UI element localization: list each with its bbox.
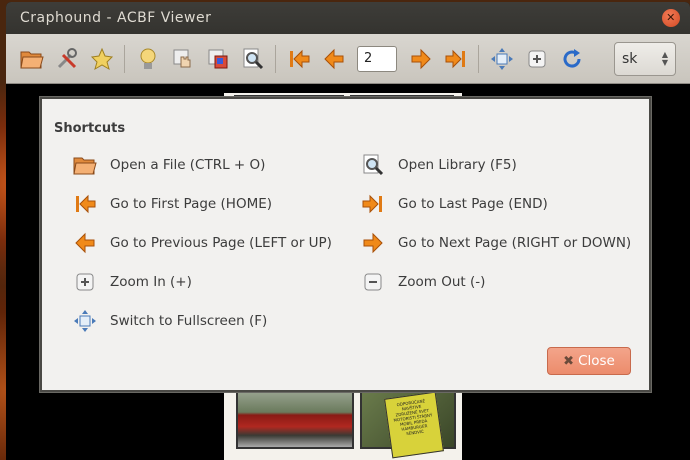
shortcut-open-file: Open a File (CTRL + O) xyxy=(72,152,265,178)
refresh-icon xyxy=(563,48,581,68)
lightbulb-icon xyxy=(140,48,155,69)
close-button[interactable]: ✖ Close xyxy=(547,347,631,375)
shortcut-fullscreen: Switch to Fullscreen (F) xyxy=(72,308,267,334)
dialog-title: Shortcuts xyxy=(54,121,126,136)
color-button[interactable] xyxy=(203,44,233,74)
toolbar-separator xyxy=(478,44,479,73)
shortcut-label: Go to Previous Page (LEFT or UP) xyxy=(110,235,332,251)
close-icon: ✖ xyxy=(563,353,575,369)
info-button[interactable] xyxy=(133,44,163,74)
page-number-input[interactable] xyxy=(357,45,397,72)
comic-panel-car xyxy=(236,387,354,449)
shortcut-zoom-out: Zoom Out (-) xyxy=(360,269,485,295)
toolbar-separator xyxy=(124,44,125,73)
title-bar: Craphound - ACBF Viewer ✕ xyxy=(6,2,690,34)
color-icon xyxy=(208,49,227,68)
spinner-arrows-icon: ▲ ▼ xyxy=(661,50,668,67)
library-icon xyxy=(360,152,386,178)
language-select[interactable]: sk ▲ ▼ xyxy=(614,42,676,76)
open-file-button[interactable] xyxy=(17,44,47,74)
shortcut-label: Open Library (F5) xyxy=(398,157,517,173)
last-page-icon xyxy=(445,49,465,68)
fullscreen-button[interactable] xyxy=(487,44,517,74)
toolbar-separator xyxy=(275,44,276,73)
first-page-button[interactable] xyxy=(284,44,314,74)
previous-page-icon xyxy=(323,48,343,69)
refresh-button[interactable] xyxy=(557,44,587,74)
last-page-button[interactable] xyxy=(441,44,471,74)
zoom-in-icon xyxy=(72,269,98,295)
next-page-button[interactable] xyxy=(406,44,436,74)
zoom-in-button[interactable] xyxy=(522,44,552,74)
shortcuts-dialog: Shortcuts Open a File (CTRL + O) Go to F… xyxy=(40,97,651,392)
previous-page-icon xyxy=(72,230,98,256)
shortcut-label: Go to Last Page (END) xyxy=(398,196,548,212)
open-file-icon xyxy=(72,152,98,178)
shortcut-label: Go to Next Page (RIGHT or DOWN) xyxy=(398,235,632,251)
last-page-icon xyxy=(360,191,386,217)
language-select-value: sk xyxy=(622,51,638,67)
hand-icon xyxy=(173,49,190,67)
previous-page-button[interactable] xyxy=(319,44,349,74)
library-button[interactable] xyxy=(238,44,268,74)
first-page-icon xyxy=(289,49,309,68)
magnifier-page-icon xyxy=(243,48,263,69)
shortcut-label: Zoom In (+) xyxy=(110,274,192,290)
comic-sign: ODPORÚČANÉ NAVŠTIVE ZDRUŽENÉ SVET MOTORI… xyxy=(384,391,444,459)
bookmark-button[interactable] xyxy=(87,44,117,74)
shortcut-last-page: Go to Last Page (END) xyxy=(360,191,548,217)
preferences-button[interactable] xyxy=(52,44,82,74)
shortcut-first-page: Go to First Page (HOME) xyxy=(72,191,272,217)
fullscreen-icon xyxy=(72,308,98,334)
toolbar: sk ▲▼ xyxy=(6,34,690,84)
shortcut-previous-page: Go to Previous Page (LEFT or UP) xyxy=(72,230,332,256)
hand-tool-button[interactable] xyxy=(168,44,198,74)
fullscreen-icon xyxy=(490,47,513,70)
open-file-icon xyxy=(19,51,44,68)
zoom-out-icon xyxy=(360,269,386,295)
shortcut-next-page: Go to Next Page (RIGHT or DOWN) xyxy=(360,230,631,256)
next-page-icon xyxy=(360,230,386,256)
shortcut-zoom-in: Zoom In (+) xyxy=(72,269,192,295)
star-icon xyxy=(90,47,113,70)
shortcut-label: Zoom Out (-) xyxy=(398,274,486,290)
tools-icon xyxy=(57,47,77,68)
shortcut-label: Go to First Page (HOME) xyxy=(110,196,273,212)
shortcut-label: Open a File (CTRL + O) xyxy=(110,157,266,173)
window-title: Craphound - ACBF Viewer xyxy=(20,10,212,26)
shortcut-open-library: Open Library (F5) xyxy=(360,152,517,178)
close-button-label: Close xyxy=(578,353,615,369)
zoom-in-icon xyxy=(528,50,545,67)
shortcut-label: Switch to Fullscreen (F) xyxy=(110,313,268,329)
next-page-icon xyxy=(411,48,431,69)
window-close-button[interactable]: ✕ xyxy=(662,9,680,27)
first-page-icon xyxy=(72,191,98,217)
